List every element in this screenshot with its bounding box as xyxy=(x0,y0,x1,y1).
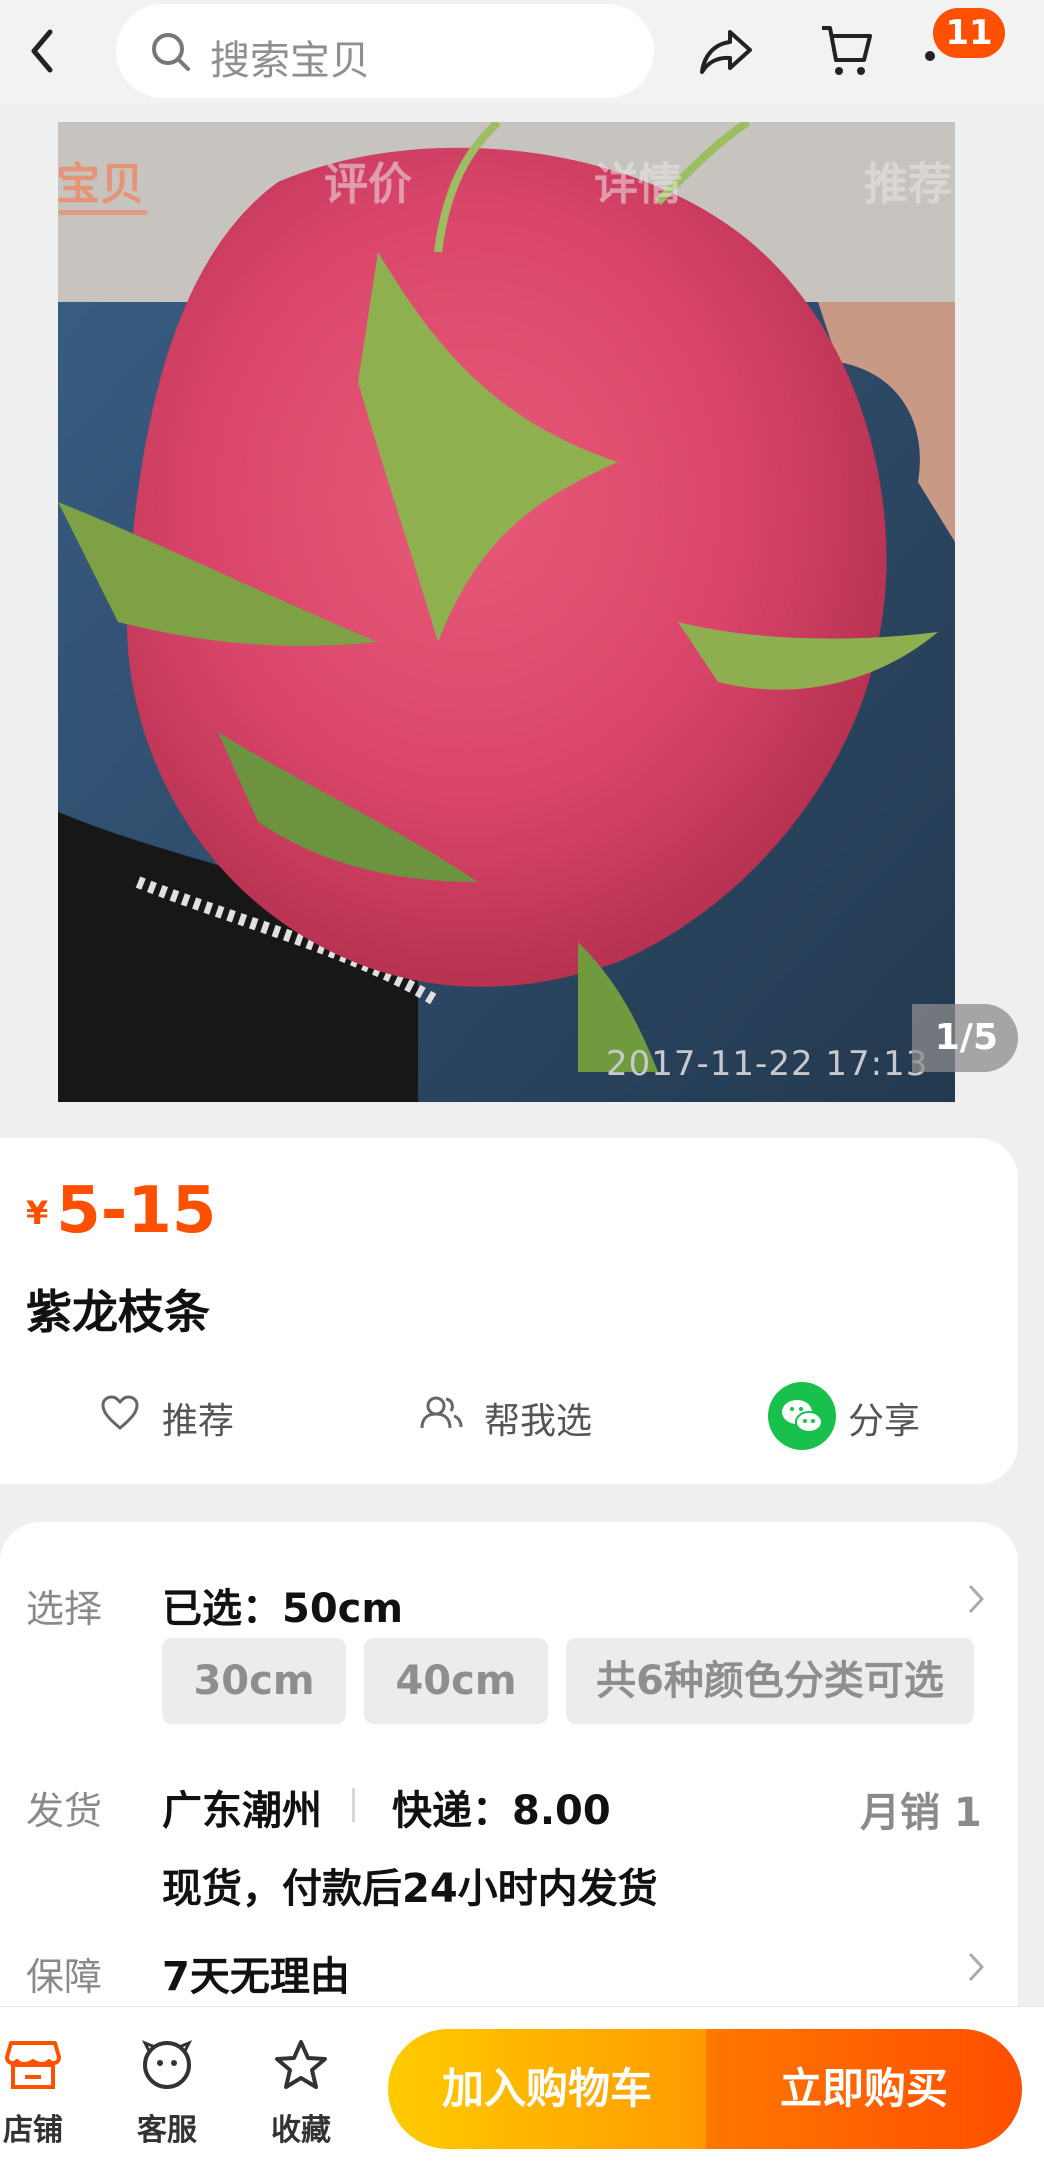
search-icon xyxy=(152,33,190,71)
message-badge: 11 xyxy=(933,8,1005,58)
option-30cm[interactable]: 30cm xyxy=(162,1638,346,1724)
product-title: 紫龙枝条 xyxy=(26,1285,210,1339)
section-tabs: 宝贝 评价 详情 推荐 xyxy=(0,130,1044,230)
price-value: 5-15 xyxy=(56,1174,217,1248)
tab-reviews[interactable]: 评价 xyxy=(324,148,412,212)
store-button[interactable]: 店铺 xyxy=(0,2039,78,2149)
price: ¥5-15 xyxy=(26,1174,216,1248)
recommend-label: 推荐 xyxy=(162,1401,235,1442)
wechat-icon[interactable] xyxy=(768,1382,836,1450)
share-button[interactable]: 分享 xyxy=(848,1384,968,1444)
express-fee: 快递：8.00 xyxy=(392,1788,611,1834)
bottom-bar: 店铺 客服 收藏 加入购物车 立即购买 xyxy=(0,2006,1044,2169)
product-photo[interactable] xyxy=(58,122,955,1102)
store-label: 店铺 xyxy=(3,2113,63,2148)
option-40cm[interactable]: 40cm xyxy=(364,1638,548,1724)
ship-origin: 广东潮州 xyxy=(162,1788,322,1834)
help-choose-button[interactable]: 帮我选 xyxy=(418,1384,638,1444)
cart-icon[interactable] xyxy=(818,20,874,84)
search-placeholder: 搜索宝贝 xyxy=(210,38,370,84)
chevron-right-icon[interactable] xyxy=(966,1950,986,1984)
service-label: 客服 xyxy=(137,2113,197,2148)
customer-service-icon xyxy=(141,2040,193,2089)
photo-timestamp: 2017-11-22 17:13 xyxy=(606,1044,929,1084)
ship-note: 现货，付款后24小时内发货 xyxy=(162,1866,658,1912)
tab-indicator xyxy=(58,210,148,215)
ship-label: 发货 xyxy=(26,1789,103,1833)
option-more-colors[interactable]: 共6种颜色分类可选 xyxy=(566,1638,974,1724)
people-icon xyxy=(420,1396,463,1429)
tab-details[interactable]: 详情 xyxy=(594,148,682,212)
favorite-label: 收藏 xyxy=(271,2113,331,2148)
share-icon[interactable] xyxy=(698,26,754,80)
chevron-right-icon[interactable] xyxy=(966,1582,986,1616)
divider xyxy=(352,1788,355,1822)
currency-symbol: ¥ xyxy=(26,1194,49,1232)
help-choose-label: 帮我选 xyxy=(484,1401,593,1442)
service-button[interactable]: 客服 xyxy=(122,2039,212,2149)
star-icon xyxy=(275,2040,327,2089)
top-bar: 搜索宝贝 11 xyxy=(0,0,1044,104)
add-to-cart-button[interactable]: 加入购物车 xyxy=(388,2029,706,2149)
gallery-pager: 1/5 xyxy=(912,1004,1018,1072)
share-label: 分享 xyxy=(848,1401,921,1442)
favorite-button[interactable]: 收藏 xyxy=(256,2039,346,2149)
tab-item[interactable]: 宝贝 xyxy=(56,148,144,212)
select-label: 选择 xyxy=(26,1587,103,1631)
tab-recommend[interactable]: 推荐 xyxy=(864,148,952,212)
guarantee-value[interactable]: 7天无理由 xyxy=(162,1944,350,2002)
back-icon[interactable] xyxy=(20,22,68,80)
guarantee-label: 保障 xyxy=(26,1955,103,1999)
dragon-fruit-image xyxy=(58,122,955,1102)
recommend-button[interactable]: 推荐 xyxy=(100,1384,300,1444)
selected-spec[interactable]: 已选：50cm xyxy=(162,1576,403,1634)
monthly-sales: 月销 1 xyxy=(860,1790,982,1836)
store-icon xyxy=(5,2041,61,2089)
price-card: ¥5-15 紫龙枝条 推荐 帮我选 分享 xyxy=(0,1138,1018,1484)
search-input[interactable]: 搜索宝贝 xyxy=(116,4,654,98)
buy-now-button[interactable]: 立即购买 xyxy=(706,2029,1022,2149)
heart-icon xyxy=(101,1395,139,1430)
